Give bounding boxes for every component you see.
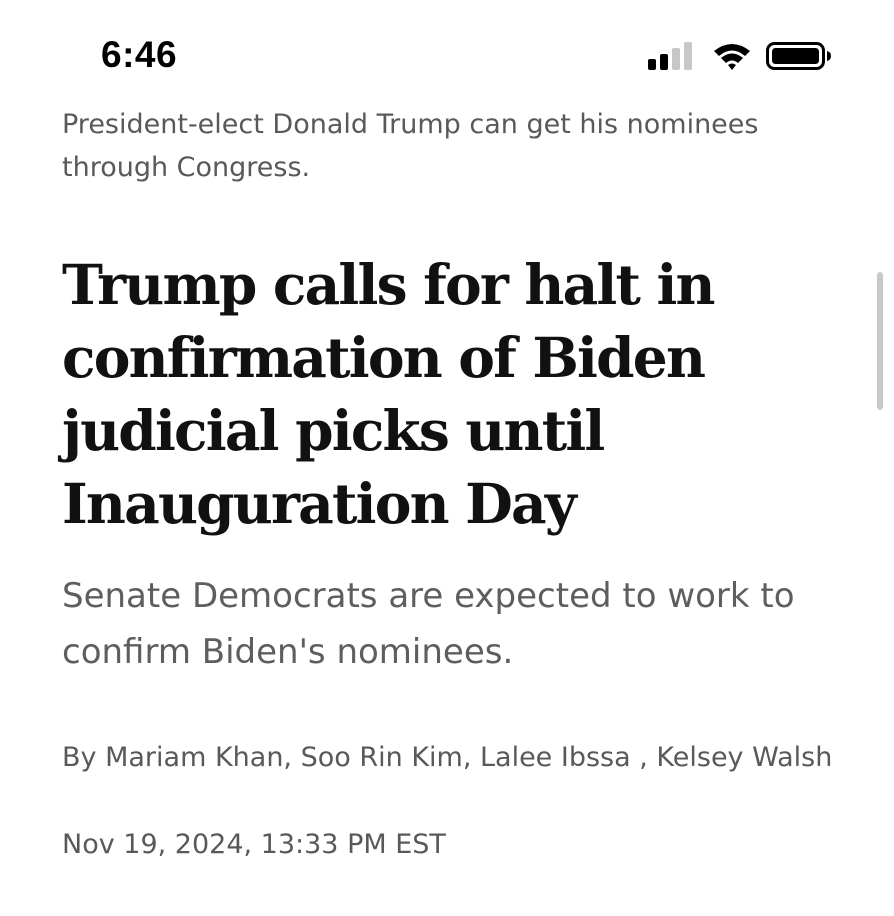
wifi-icon (714, 44, 750, 70)
article-headline[interactable]: Trump calls for halt in confirmation of … (62, 248, 862, 540)
previous-article-summary: President-elect Donald Trump can get his… (62, 109, 759, 183)
status-time: 6:46 (101, 34, 178, 75)
article-byline: By Mariam Khan, Soo Rin Kim, Lalee Ibssa… (62, 742, 833, 773)
article-timestamp: Nov 19, 2024, 13:33 PM EST (62, 829, 446, 860)
status-icons (648, 40, 838, 72)
article-screen: 6:46 President-elect Donald Trump can ge… (0, 0, 894, 916)
article-subheadline: Senate Democrats are expected to work to… (62, 576, 795, 672)
battery-icon (766, 42, 831, 70)
scroll-indicator[interactable] (877, 272, 883, 410)
cellular-signal-icon (648, 40, 694, 72)
